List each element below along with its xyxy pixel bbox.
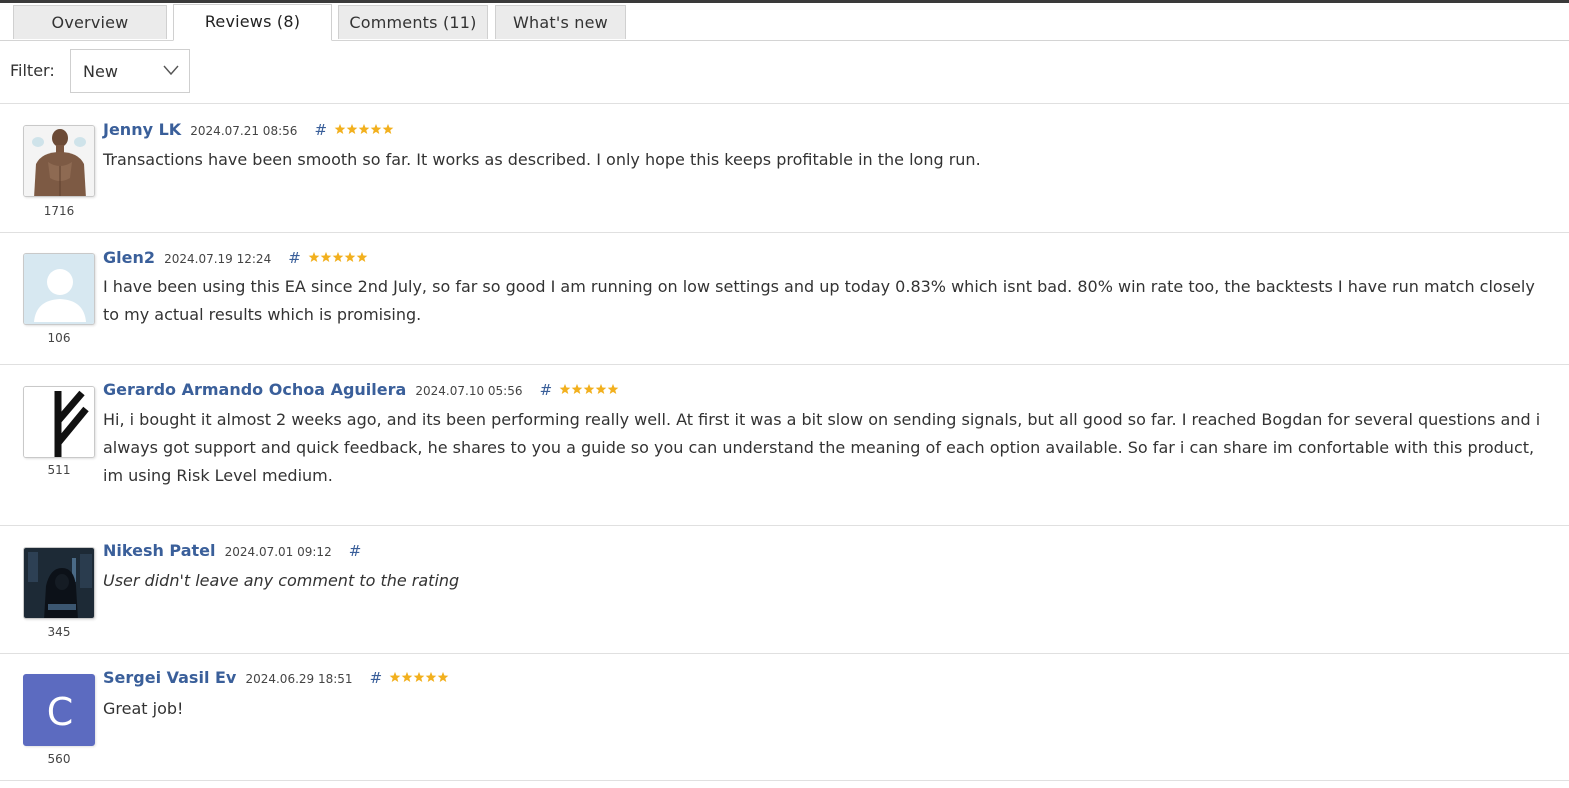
rating-count: 106 (47, 331, 71, 345)
tab-comments[interactable]: Comments (11) (338, 5, 488, 39)
filter-label: Filter: (10, 61, 55, 80)
avatar[interactable]: C (23, 674, 95, 746)
review-header: Jenny LK 2024.07.21 08:56 # (103, 120, 394, 139)
star-icon (356, 251, 368, 263)
tab-reviews[interactable]: Reviews (8) (173, 4, 332, 41)
rating-count: 345 (47, 625, 71, 639)
author-link[interactable]: Glen2 (103, 248, 155, 267)
review-header: Nikesh Patel 2024.07.01 09:12 # (103, 541, 361, 560)
review-header: Glen2 2024.07.19 12:24 # (103, 248, 368, 267)
review-text: I have been using this EA since 2nd July… (103, 277, 1535, 324)
review-text: Great job! (103, 699, 184, 718)
star-icon (437, 671, 449, 683)
star-icon (401, 671, 413, 683)
tab-overview[interactable]: Overview (13, 5, 167, 39)
star-icon (344, 251, 356, 263)
author-link[interactable]: Gerardo Armando Ochoa Aguilera (103, 380, 406, 399)
avatar[interactable] (23, 547, 95, 619)
star-icon (332, 251, 344, 263)
letter-avatar-icon: C (24, 675, 94, 745)
star-icon (382, 123, 394, 135)
rating-count: 1716 (43, 204, 75, 218)
star-icon (413, 671, 425, 683)
permalink-hash[interactable]: # (370, 669, 383, 687)
rating-count: 511 (47, 463, 71, 477)
star-icon (583, 383, 595, 395)
star-icon (358, 123, 370, 135)
avatar[interactable] (23, 386, 95, 458)
review-item: 345 Nikesh Patel 2024.07.01 09:12 # User… (0, 526, 1569, 653)
review-date: 2024.07.19 12:24 (164, 252, 272, 266)
avatar[interactable] (23, 125, 95, 197)
star-icon (559, 383, 571, 395)
author-link[interactable]: Nikesh Patel (103, 541, 216, 560)
star-icon (320, 251, 332, 263)
review-text: User didn't leave any comment to the rat… (103, 571, 460, 590)
default-user-icon (24, 254, 94, 324)
star-icon (607, 383, 619, 395)
star-rating (559, 380, 619, 399)
star-rating (334, 120, 394, 139)
permalink-hash[interactable]: # (288, 249, 301, 267)
star-icon (425, 671, 437, 683)
avatar-letter: C (47, 690, 74, 734)
review-item: C 560 Sergei Vasil Ev 2024.06.29 18:51 #… (0, 654, 1569, 780)
star-icon (389, 671, 401, 683)
star-rating (308, 248, 368, 267)
filter-value: New (83, 62, 118, 81)
avatar[interactable] (23, 253, 95, 325)
star-rating (389, 668, 449, 687)
star-icon (334, 123, 346, 135)
permalink-hash[interactable]: # (314, 121, 327, 139)
author-link[interactable]: Sergei Vasil Ev (103, 668, 236, 687)
permalink-hash[interactable]: # (349, 542, 362, 560)
review-text: Hi, i bought it almost 2 weeks ago, and … (103, 410, 1541, 485)
star-icon (370, 123, 382, 135)
review-date: 2024.07.01 09:12 (224, 545, 332, 559)
permalink-hash[interactable]: # (540, 381, 553, 399)
star-icon (595, 383, 607, 395)
author-link[interactable]: Jenny LK (103, 120, 181, 139)
divider (0, 780, 1569, 781)
star-icon (346, 123, 358, 135)
filter-dropdown[interactable]: New (70, 49, 190, 93)
review-header: Sergei Vasil Ev 2024.06.29 18:51 # (103, 668, 449, 687)
avatar-photo-icon (24, 126, 94, 196)
rune-symbol-icon (24, 387, 94, 457)
review-date: 2024.07.21 08:56 (190, 124, 298, 138)
tab-bar: Overview Reviews (8) Comments (11) What'… (0, 3, 1569, 41)
rating-count: 560 (47, 752, 71, 766)
chevron-down-icon (163, 65, 179, 76)
review-date: 2024.06.29 18:51 (245, 672, 353, 686)
review-item: 106 Glen2 2024.07.19 12:24 # I have been… (0, 233, 1569, 364)
avatar-photo-icon (24, 548, 94, 618)
review-text: Transactions have been smooth so far. It… (103, 150, 981, 169)
review-header: Gerardo Armando Ochoa Aguilera 2024.07.1… (103, 380, 619, 399)
review-item: 511 Gerardo Armando Ochoa Aguilera 2024.… (0, 365, 1569, 525)
star-icon (571, 383, 583, 395)
review-date: 2024.07.10 05:56 (415, 384, 523, 398)
tab-whats-new[interactable]: What's new (495, 5, 626, 39)
review-item: 1716 Jenny LK 2024.07.21 08:56 # Transac… (0, 104, 1569, 232)
filter-row: Filter: New (0, 48, 1569, 94)
star-icon (308, 251, 320, 263)
